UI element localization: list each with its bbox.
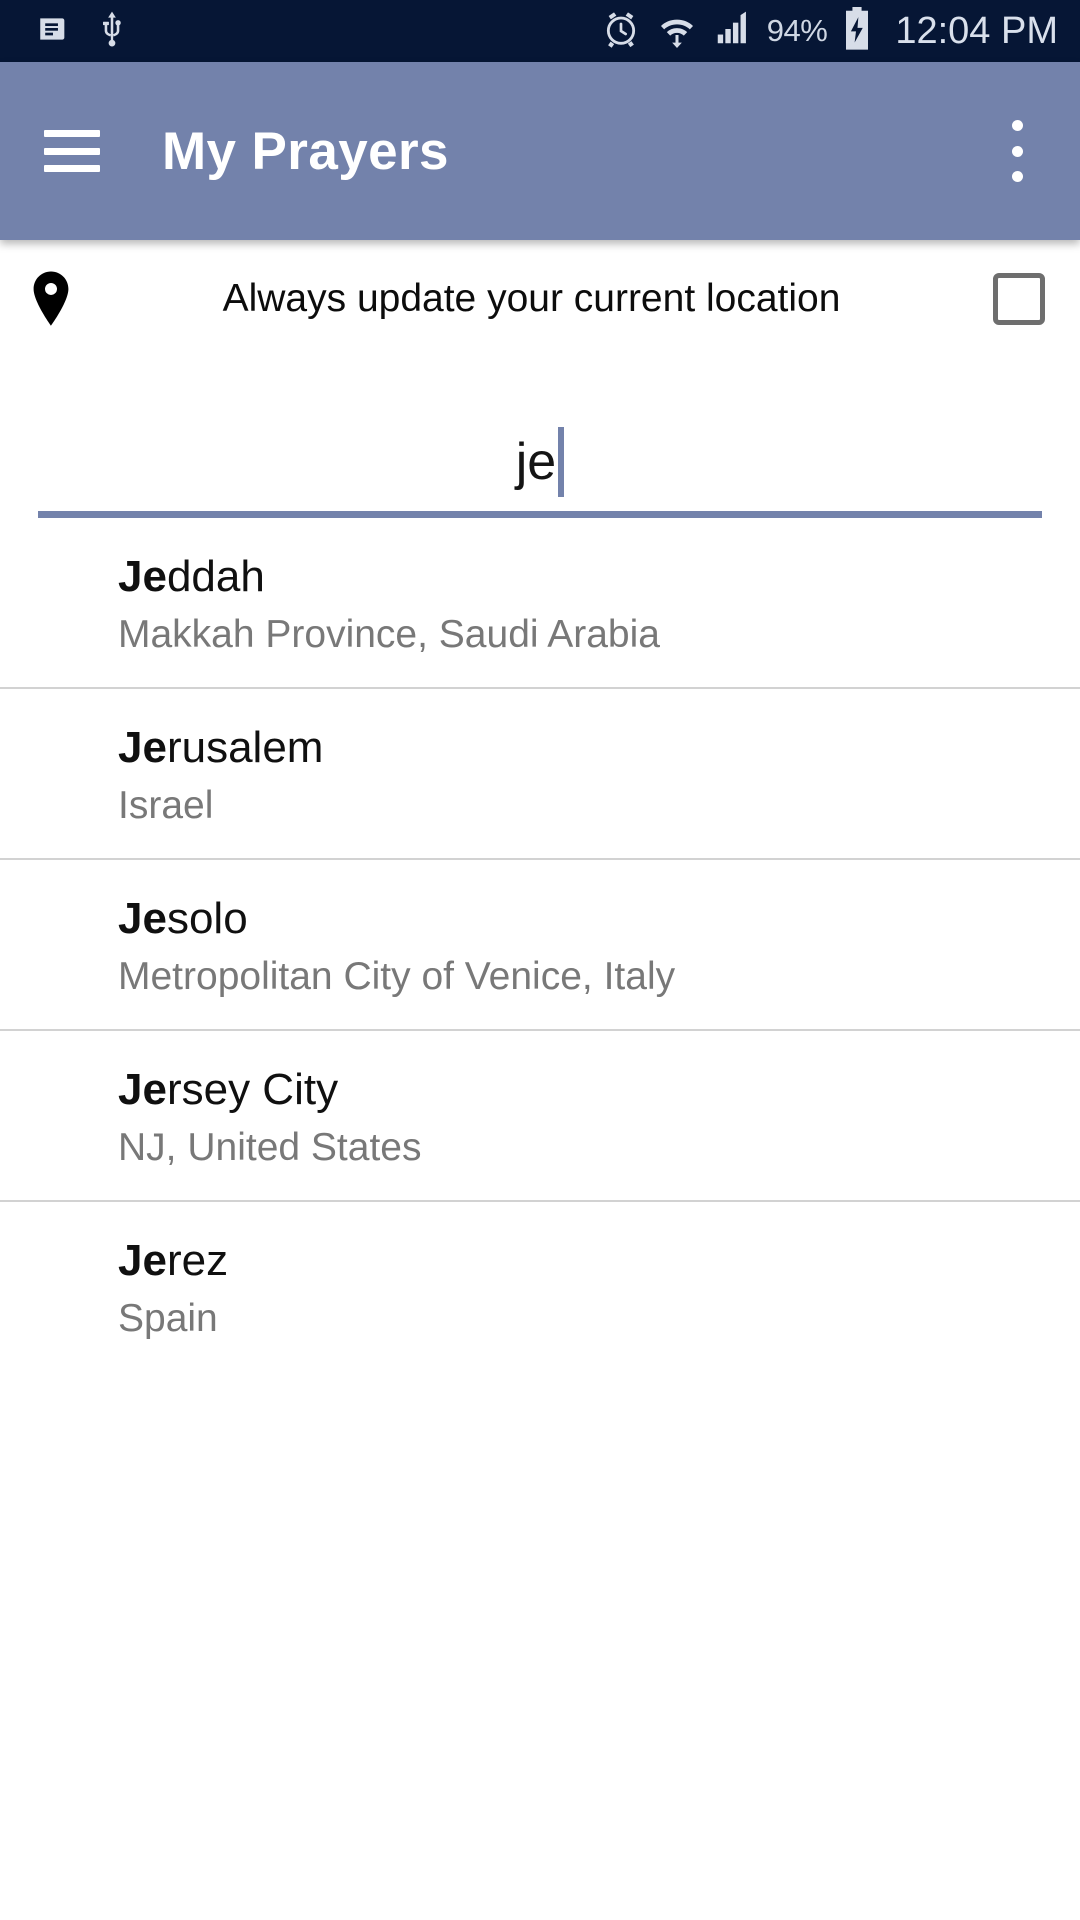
cellular-signal-icon [713, 10, 751, 53]
alarm-clock-icon [601, 9, 641, 54]
list-item[interactable]: Jesolo Metropolitan City of Venice, Ital… [0, 858, 1080, 1029]
city-name-rest: rusalem [166, 723, 324, 773]
list-item[interactable]: Jerusalem Israel [0, 687, 1080, 858]
city-results-list: Jeddah Makkah Province, Saudi Arabia Jer… [0, 518, 1080, 1371]
always-update-location-label: Always update your current location [222, 277, 841, 320]
status-bar: 94% 12:04 PM [0, 0, 1080, 62]
text-cursor [558, 427, 565, 497]
city-search-input[interactable]: je [516, 436, 556, 488]
city-name-rest: solo [166, 894, 248, 944]
battery-charging-icon [843, 6, 871, 56]
city-name-match: Je [118, 723, 167, 773]
city-region: Makkah Province, Saudi Arabia [118, 613, 660, 657]
app-bar: My Prayers [0, 62, 1080, 240]
main-content: Always update your current location je J… [0, 240, 1080, 1372]
city-name: Jersey City [118, 1065, 1040, 1115]
hamburger-menu-icon[interactable] [44, 130, 100, 172]
status-bar-clock: 12:04 PM [895, 9, 1058, 52]
overflow-menu-icon[interactable] [994, 120, 1040, 182]
status-bar-right-icons: 94% 12:04 PM [601, 6, 1058, 56]
city-name-rest: rez [166, 1236, 229, 1286]
city-name: Jerusalem [118, 723, 1040, 773]
sms-message-icon [36, 12, 70, 51]
always-update-location-row[interactable]: Always update your current location [0, 240, 1080, 358]
city-name-match: Je [118, 1236, 167, 1286]
city-search-field[interactable]: je [38, 410, 1042, 518]
city-region: Israel [118, 784, 214, 828]
page-title: My Prayers [162, 121, 449, 181]
city-name: Jeddah [118, 552, 1040, 602]
city-name: Jerez [118, 1236, 1040, 1286]
city-name-match: Je [118, 1065, 167, 1115]
wifi-icon [657, 9, 697, 54]
usb-icon [96, 11, 128, 52]
battery-percent-label: 94% [766, 13, 828, 48]
list-item[interactable]: Jersey City NJ, United States [0, 1029, 1080, 1200]
city-region: NJ, United States [118, 1126, 422, 1170]
city-region: Metropolitan City of Venice, Italy [118, 955, 676, 999]
map-pin-icon [22, 270, 80, 328]
city-name: Jesolo [118, 894, 1040, 944]
status-bar-left-icons [36, 11, 128, 52]
city-search-inner: je [516, 427, 565, 497]
city-name-match: Je [118, 894, 167, 944]
app-screen: 94% 12:04 PM My Prayers Always update yo… [0, 0, 1080, 1920]
city-name-match: Je [118, 552, 167, 601]
city-name-rest: ddah [166, 552, 265, 601]
list-item[interactable]: Jeddah Makkah Province, Saudi Arabia [0, 518, 1080, 687]
city-region: Spain [118, 1297, 218, 1341]
city-name-rest: rsey City [166, 1065, 339, 1115]
list-item[interactable]: Jerez Spain [0, 1200, 1080, 1371]
always-update-location-checkbox[interactable] [993, 273, 1045, 325]
